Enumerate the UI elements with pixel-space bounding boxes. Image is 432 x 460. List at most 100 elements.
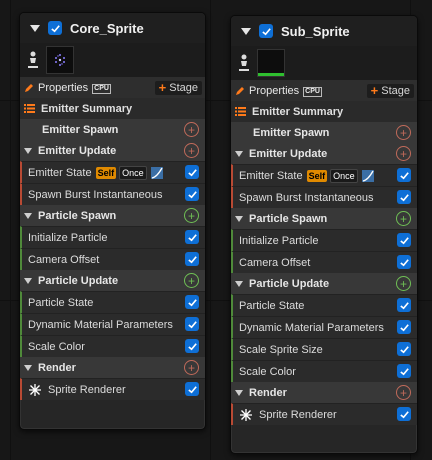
plus-circle-icon[interactable]: + [396,211,411,226]
triangle-down-icon[interactable] [24,147,32,154]
emitter-header[interactable]: Core_Sprite [20,13,205,43]
checkmark-icon [187,190,197,198]
properties-bar[interactable]: Properties CPU + Stage [20,77,205,98]
add-stage-button[interactable]: + Stage [154,79,202,95]
module-spawn-burst[interactable]: Spawn Burst Instantaneous [20,183,205,205]
module-emitter-state[interactable]: Emitter State Self Once [20,161,205,183]
emitter-node-sub-sprite[interactable]: Sub_Sprite Properties CPU + Stage Emitter… [230,15,418,454]
plus-circle-icon[interactable]: + [184,208,199,223]
add-stage-button[interactable]: + Stage [366,82,414,98]
module-spawn-burst[interactable]: Spawn Burst Instantaneous [231,186,417,208]
module-enabled-checkbox[interactable] [185,317,199,331]
particle-spawn-section[interactable]: Particle Spawn + [231,208,417,229]
emitter-node-core-sprite[interactable]: Core_Sprite Properties CPU + Stage Emitte… [19,12,206,430]
checkmark-icon [399,323,409,331]
particle-update-section[interactable]: Particle Update + [231,273,417,294]
module-enabled-checkbox[interactable] [185,339,199,353]
triangle-down-icon[interactable] [235,389,243,396]
module-enabled-checkbox[interactable] [397,342,411,356]
module-enabled-checkbox[interactable] [397,255,411,269]
pencil-icon [25,83,33,92]
module-scale-color[interactable]: Scale Color [231,360,417,382]
properties-bar[interactable]: Properties CPU + Stage [231,80,417,101]
emitter-header[interactable]: Sub_Sprite [231,16,417,46]
emitter-enabled-checkbox[interactable] [48,21,62,35]
module-initialize-particle[interactable]: Initialize Particle [20,226,205,248]
module-label: Camera Offset [28,253,100,266]
plus-icon: + [158,79,167,95]
checkmark-icon [399,236,409,244]
module-enabled-checkbox[interactable] [397,320,411,334]
module-enabled-checkbox[interactable] [185,230,199,244]
plus-circle-icon[interactable]: + [396,385,411,400]
emitter-update-section[interactable]: Emitter Update + [20,140,205,161]
module-enabled-checkbox[interactable] [397,233,411,247]
collapse-triangle-icon[interactable] [241,27,251,35]
collapse-triangle-icon[interactable] [30,24,40,32]
module-enabled-checkbox[interactable] [185,252,199,266]
module-camera-offset[interactable]: Camera Offset [231,251,417,273]
module-enabled-checkbox[interactable] [185,187,199,201]
module-enabled-checkbox[interactable] [397,190,411,204]
plus-circle-icon[interactable]: + [396,146,411,161]
module-enabled-checkbox[interactable] [185,165,199,179]
particle-update-section[interactable]: Particle Update + [20,270,205,291]
section-label: Particle Spawn [249,212,328,225]
emitter-spawn-section[interactable]: Emitter Spawn + [231,122,417,143]
properties-label: Properties [38,81,89,94]
plus-circle-icon[interactable]: + [184,360,199,375]
curve-graph-icon[interactable] [361,169,374,182]
preview-row [231,46,417,80]
plus-circle-icon[interactable]: + [184,143,199,158]
module-dynamic-material-parameters[interactable]: Dynamic Material Parameters [20,313,205,335]
module-label: Particle State [239,299,305,312]
checkmark-icon [399,171,409,179]
section-label: Render [38,361,76,374]
emitter-enabled-checkbox[interactable] [259,24,273,38]
module-label: Sprite Renderer [48,383,126,396]
triangle-down-icon[interactable] [24,364,32,371]
module-scale-color[interactable]: Scale Color [20,335,205,357]
sprite-thumbnail[interactable] [257,49,285,77]
module-enabled-checkbox[interactable] [185,295,199,309]
triangle-down-icon[interactable] [235,215,243,222]
module-emitter-state[interactable]: Emitter State Self Once [231,164,417,186]
module-sprite-renderer[interactable]: Sprite Renderer [231,403,417,425]
self-badge: Self [95,166,117,179]
preview-progress-bar [258,73,284,76]
triangle-down-icon[interactable] [24,212,32,219]
module-enabled-checkbox[interactable] [397,168,411,182]
triangle-down-icon[interactable] [235,150,243,157]
plus-circle-icon[interactable]: + [396,125,411,140]
module-particle-state[interactable]: Particle State [231,294,417,316]
checkmark-icon [399,301,409,309]
emitter-spawn-section[interactable]: Emitter Spawn + [20,119,205,140]
module-dynamic-material-parameters[interactable]: Dynamic Material Parameters [231,316,417,338]
plus-circle-icon[interactable]: + [396,276,411,291]
render-section[interactable]: Render + [20,357,205,378]
emitter-title: Core_Sprite [70,20,144,36]
module-enabled-checkbox[interactable] [185,382,199,396]
module-particle-state[interactable]: Particle State [20,291,205,313]
module-enabled-checkbox[interactable] [397,407,411,421]
module-enabled-checkbox[interactable] [397,298,411,312]
module-sprite-renderer[interactable]: Sprite Renderer [20,378,205,400]
plus-circle-icon[interactable]: + [184,122,199,137]
emitter-update-section[interactable]: Emitter Update + [231,143,417,164]
module-label: Scale Sprite Size [239,343,323,356]
module-enabled-checkbox[interactable] [397,364,411,378]
checkmark-icon [187,233,197,241]
module-scale-sprite-size[interactable]: Scale Sprite Size [231,338,417,360]
plus-circle-icon[interactable]: + [184,273,199,288]
particle-spawn-section[interactable]: Particle Spawn + [20,205,205,226]
triangle-down-icon[interactable] [235,280,243,287]
module-initialize-particle[interactable]: Initialize Particle [231,229,417,251]
sprite-thumbnail[interactable] [46,46,74,74]
module-camera-offset[interactable]: Camera Offset [20,248,205,270]
emitter-summary-row[interactable]: Emitter Summary [231,101,417,122]
plus-icon: + [370,82,379,98]
curve-graph-icon[interactable] [150,166,163,179]
triangle-down-icon[interactable] [24,277,32,284]
emitter-summary-row[interactable]: Emitter Summary [20,98,205,119]
render-section[interactable]: Render + [231,382,417,403]
